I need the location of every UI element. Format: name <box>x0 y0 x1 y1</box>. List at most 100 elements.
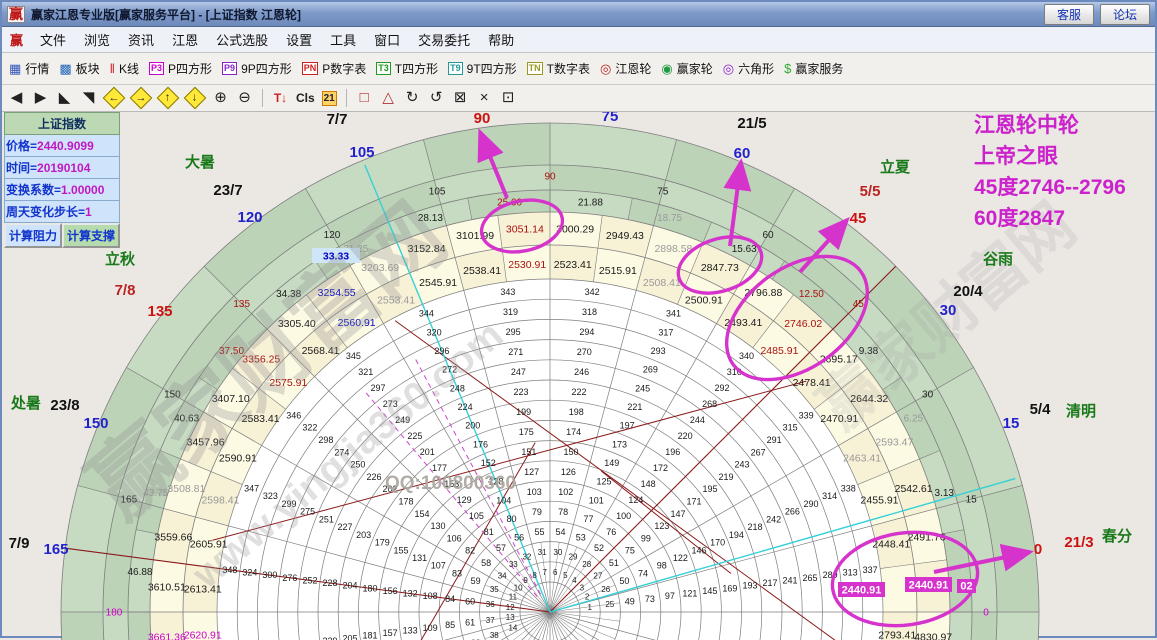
menu-item-7[interactable]: 窗口 <box>365 28 409 51</box>
svg-text:338: 338 <box>841 483 856 493</box>
menu-item-6[interactable]: 工具 <box>321 28 365 51</box>
svg-text:18.75: 18.75 <box>657 213 682 224</box>
menu-item-4[interactable]: 公式选股 <box>207 28 277 51</box>
calc-resistance-button[interactable]: 计算阻力 <box>4 223 62 248</box>
svg-text:104: 104 <box>496 495 511 505</box>
box-x-tool-icon[interactable]: ⊠ <box>452 89 469 107</box>
collapse-tool-icon[interactable]: × <box>476 89 493 107</box>
svg-text:35: 35 <box>490 585 499 594</box>
cls-button-icon[interactable]: Cls <box>296 89 315 107</box>
svg-text:124: 124 <box>628 495 643 505</box>
svg-text:171: 171 <box>686 497 701 507</box>
menu-item-9[interactable]: 帮助 <box>479 28 523 51</box>
svg-text:51: 51 <box>609 558 619 568</box>
zoom-out-icon[interactable]: ⊖ <box>236 89 253 107</box>
toolbar-button-service[interactable]: $ 赢家服务 <box>781 58 850 79</box>
svg-text:341: 341 <box>666 309 681 319</box>
svg-text:321: 321 <box>358 367 373 377</box>
menu-item-1[interactable]: 浏览 <box>75 28 119 51</box>
svg-text:立夏: 立夏 <box>880 158 911 176</box>
menu-item-3[interactable]: 江恩 <box>163 28 207 51</box>
svg-text:8: 8 <box>532 571 537 580</box>
svg-text:197: 197 <box>620 421 635 431</box>
toolbar-button-gann-wheel[interactable]: ◎ 江恩轮 <box>597 58 658 79</box>
forum-button[interactable]: 论坛 <box>1099 3 1150 25</box>
info-row-2: 变换系数=1.00000 <box>4 179 120 201</box>
svg-text:2448.41: 2448.41 <box>872 539 910 551</box>
svg-text:322: 322 <box>302 423 317 433</box>
svg-text:75: 75 <box>657 186 669 197</box>
svg-text:99: 99 <box>641 533 651 543</box>
p-square-icon: P3 <box>149 62 165 75</box>
toolbar-button-blocks[interactable]: ▩ 板块 <box>56 58 106 79</box>
rotate-cw-icon[interactable]: ↻ <box>404 89 421 107</box>
customer-service-button[interactable]: 客服 <box>1043 3 1094 25</box>
svg-text:342: 342 <box>585 287 600 297</box>
svg-text:56: 56 <box>514 533 524 543</box>
menu-item-5[interactable]: 设置 <box>277 28 321 51</box>
toolbar-button-winner-wheel[interactable]: ◉ 赢家轮 <box>658 58 719 79</box>
svg-text:133: 133 <box>403 625 418 635</box>
main-toolbar: ▦ 行情 ▩ 板块 ‖ K线 P3 P四方形 P9 9P四方形 PN P数字表 T3 T四方形 T9 9T四方… <box>2 53 1155 85</box>
pan-right-icon[interactable]: → <box>129 86 153 110</box>
svg-text:77: 77 <box>584 514 594 524</box>
menu-item-0[interactable]: 文件 <box>31 28 75 51</box>
svg-text:38: 38 <box>490 631 499 640</box>
toolbar-button-t-square[interactable]: T3 T四方形 <box>373 58 445 79</box>
menu-logo-icon: 赢 <box>10 33 24 48</box>
pan-left-icon[interactable]: ← <box>102 86 126 110</box>
menu-item-2[interactable]: 资讯 <box>119 28 163 51</box>
app-window: { "window": { "title": "赢家江恩专业版[赢家服务平台] … <box>0 0 1157 640</box>
svg-text:3610.51: 3610.51 <box>148 581 186 593</box>
svg-text:244: 244 <box>690 415 705 425</box>
svg-text:13: 13 <box>506 613 515 622</box>
svg-text:295: 295 <box>506 327 521 337</box>
forward-arrow-icon[interactable]: ▶ <box>32 89 49 107</box>
svg-text:2847.73: 2847.73 <box>701 262 739 274</box>
svg-text:6: 6 <box>553 568 558 577</box>
svg-text:276: 276 <box>282 573 297 583</box>
toolbar-button-p-table[interactable]: PN P数字表 <box>299 58 374 79</box>
svg-text:2: 2 <box>585 593 590 602</box>
toolbar-button-hexagon[interactable]: ◎ 六角形 <box>720 58 781 79</box>
zoom-in-icon[interactable]: ⊕ <box>212 89 229 107</box>
svg-text:2515.91: 2515.91 <box>599 265 637 277</box>
rotate-left-arrow-icon[interactable]: ◣ <box>56 89 73 107</box>
rotate-ccw-icon[interactable]: ↺ <box>428 89 445 107</box>
toolbar-button-9p-square[interactable]: P9 9P四方形 <box>219 58 299 79</box>
svg-text:84: 84 <box>445 594 455 604</box>
pan-up-icon[interactable]: ↑ <box>156 86 180 110</box>
square-tool-icon[interactable]: □ <box>356 89 373 107</box>
svg-text:7/9: 7/9 <box>9 535 30 552</box>
toolbar-button-quotes[interactable]: ▦ 行情 <box>6 58 56 79</box>
toolbar-button-t-table[interactable]: TN T数字表 <box>524 58 597 79</box>
svg-text:200: 200 <box>465 421 480 431</box>
kline-icon: ‖ <box>109 61 115 76</box>
svg-text:73: 73 <box>645 594 655 604</box>
svg-text:245: 245 <box>635 383 650 393</box>
svg-text:243: 243 <box>735 460 750 470</box>
toolbar-button-9t-square[interactable]: T9 9T四方形 <box>445 58 524 79</box>
svg-text:123: 123 <box>654 521 669 531</box>
stock-info-panel: 上证指数 价格=2440.9099 时间=20190104 变换系数=1.00000… <box>4 112 120 248</box>
rotate-right-arrow-icon[interactable]: ◥ <box>80 89 97 107</box>
svg-text:170: 170 <box>710 538 725 548</box>
updown-marker-icon[interactable]: T↓ <box>272 89 289 107</box>
svg-text:谷雨: 谷雨 <box>983 251 1013 268</box>
svg-text:2455.91: 2455.91 <box>861 495 899 507</box>
pan-down-icon[interactable]: ↓ <box>183 86 207 110</box>
triangle-tool-icon[interactable]: △ <box>380 89 397 107</box>
svg-text:252: 252 <box>302 575 317 585</box>
toolbar-button-kline[interactable]: ‖ K线 <box>107 58 146 79</box>
calendar-icon[interactable]: 21 <box>321 90 337 106</box>
svg-text:2523.41: 2523.41 <box>554 259 592 271</box>
calc-support-button[interactable]: 计算支撑 <box>62 223 120 248</box>
svg-text:268: 268 <box>702 399 717 409</box>
toolbar-button-p-square[interactable]: P3 P四方形 <box>146 58 219 79</box>
svg-text:52: 52 <box>594 543 604 553</box>
svg-text:152: 152 <box>481 458 496 468</box>
back-arrow-icon[interactable]: ◀ <box>8 89 25 107</box>
screen-tool-icon[interactable]: ⊡ <box>500 89 517 107</box>
svg-text:50: 50 <box>619 576 629 586</box>
menu-item-8[interactable]: 交易委托 <box>409 28 479 51</box>
